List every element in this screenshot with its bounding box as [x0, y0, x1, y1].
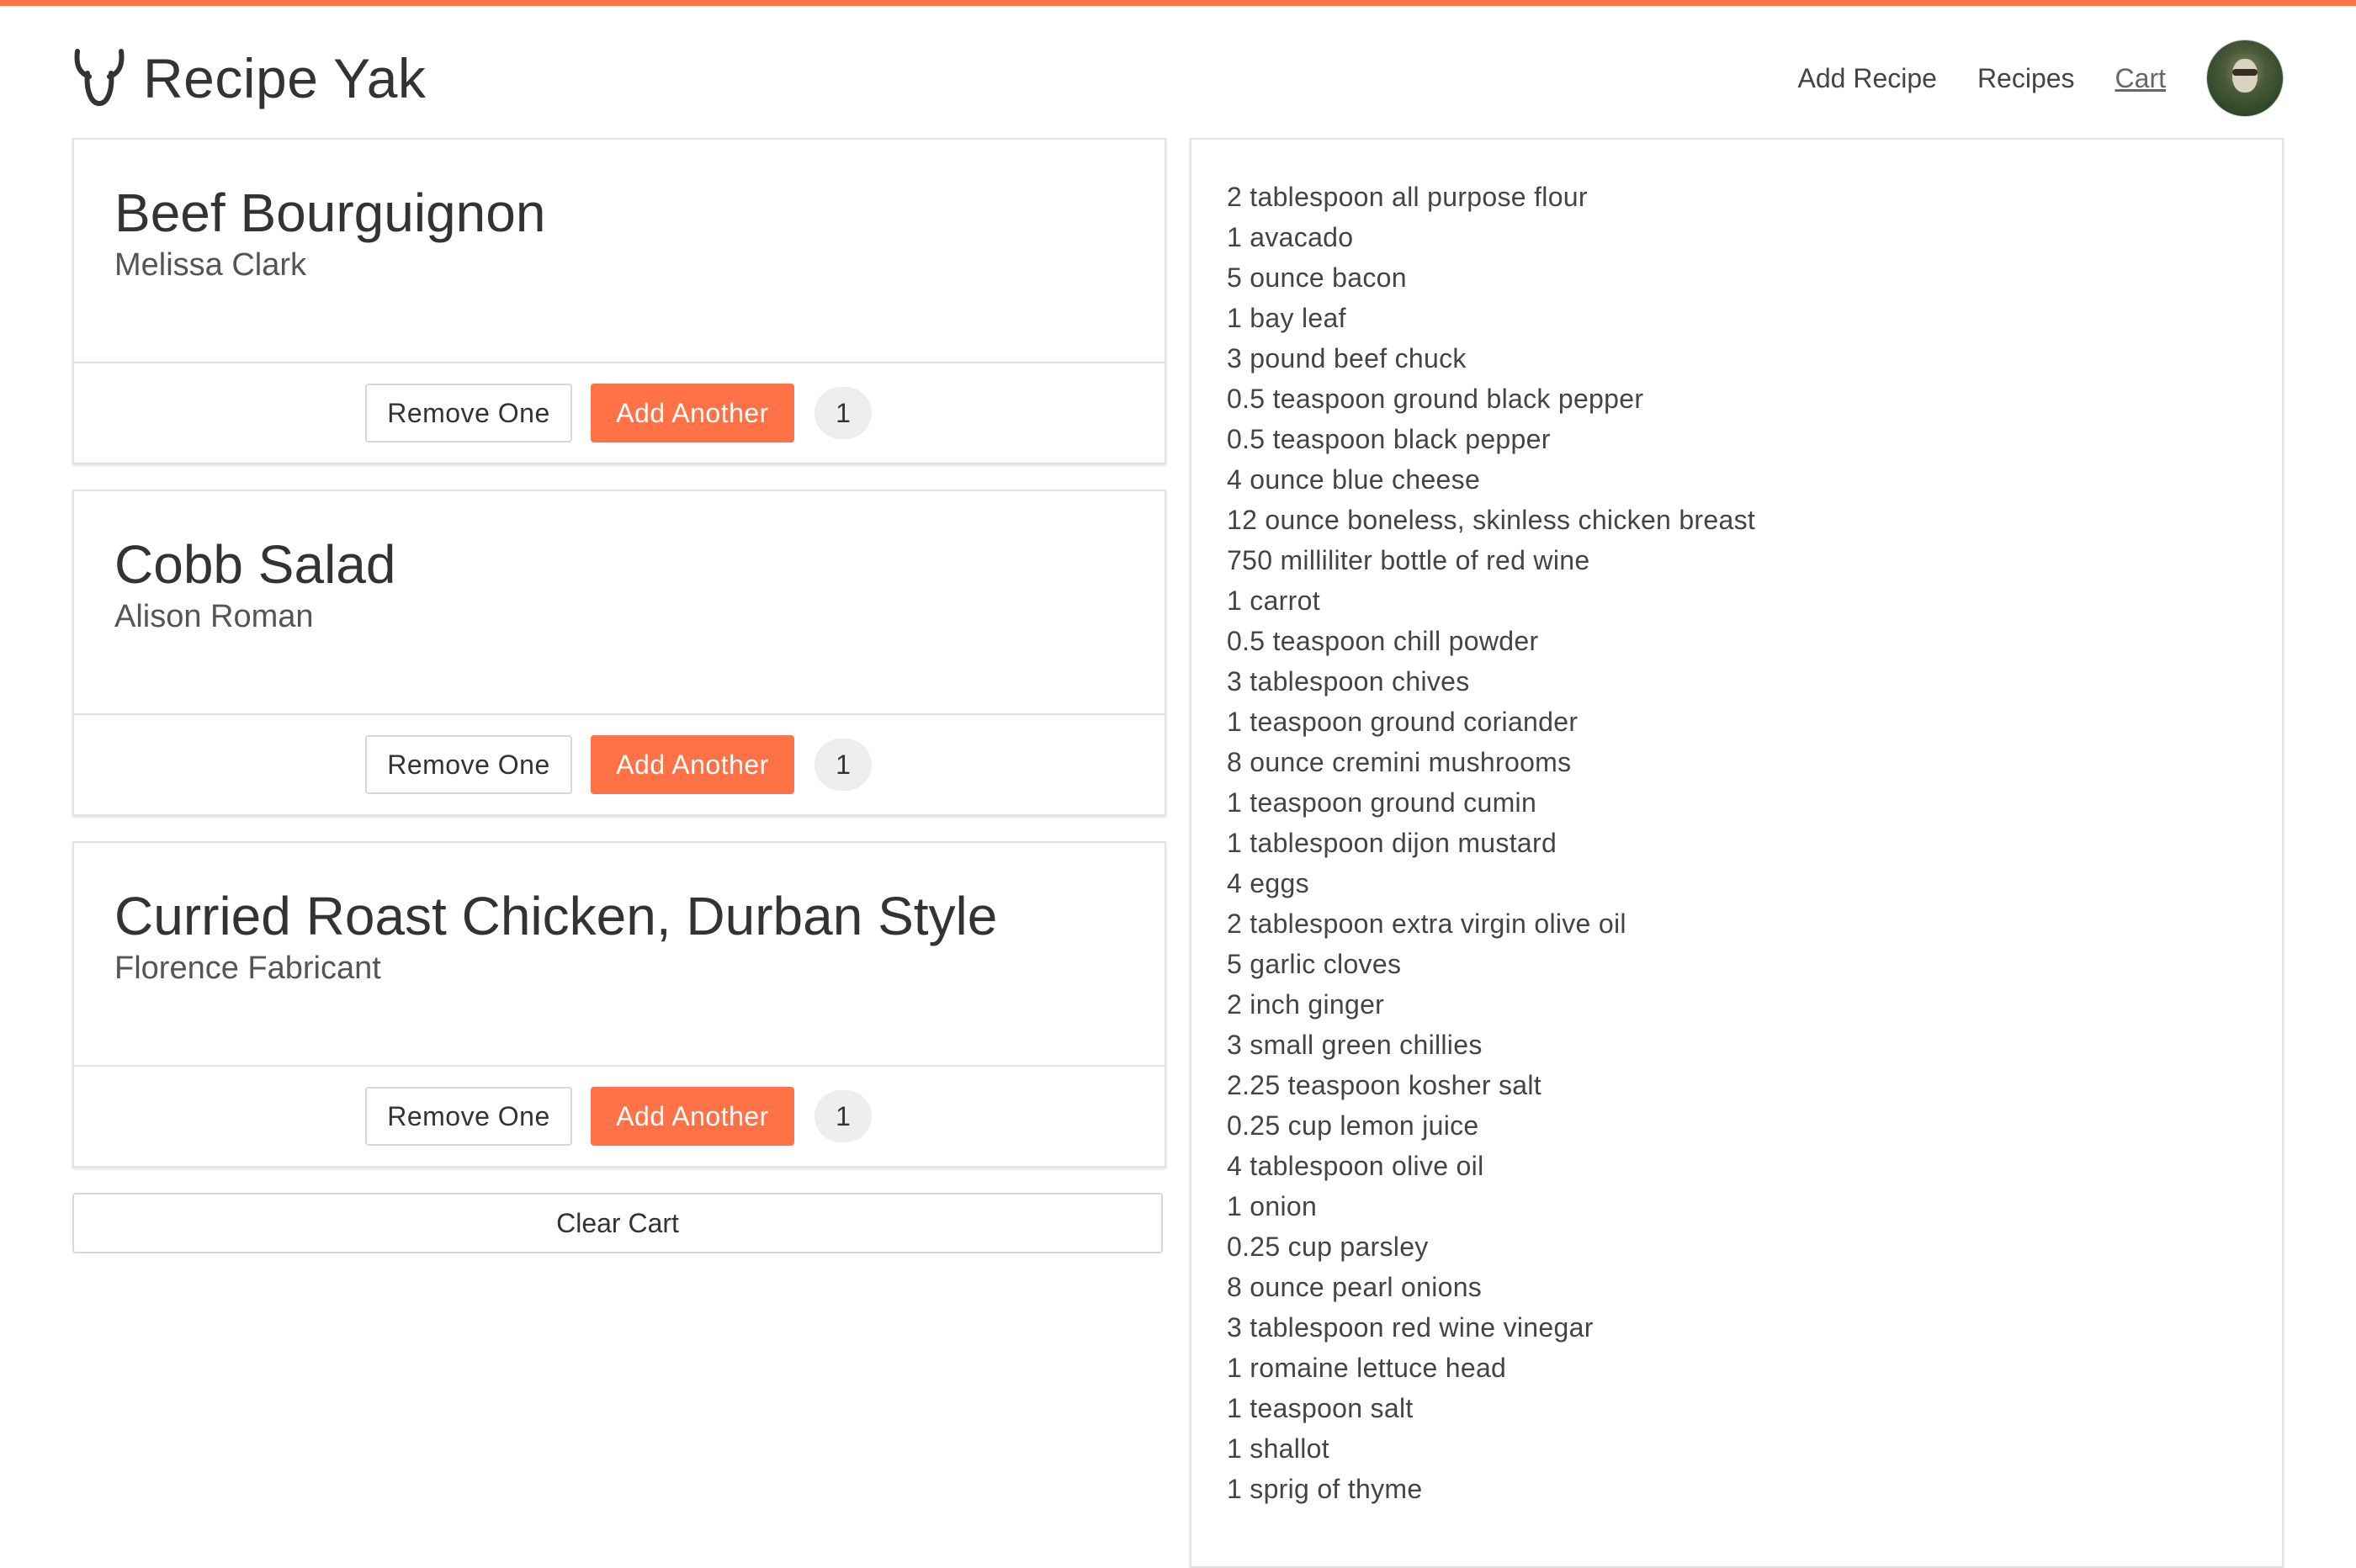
- nav-cart[interactable]: Cart: [2115, 63, 2166, 94]
- card-body: Curried Roast Chicken, Durban Style Flor…: [74, 843, 1165, 1067]
- remove-one-button[interactable]: Remove One: [365, 735, 572, 794]
- ingredient-item: 1 teaspoon salt: [1227, 1393, 1414, 1423]
- cart-recipe-card: Beef Bourguignon Melissa Clark Remove On…: [72, 138, 1166, 464]
- accent-top-bar: [0, 0, 2356, 6]
- ingredient-item: 1 sprig of thyme: [1227, 1474, 1423, 1504]
- ingredient-item: 8 ounce cremini mushrooms: [1227, 747, 1572, 777]
- ingredient-item: 1 shallot: [1227, 1433, 1329, 1464]
- clear-cart-button[interactable]: Clear Cart: [72, 1193, 1163, 1253]
- avatar-eyeband: [2232, 69, 2258, 76]
- ingredient-item: 1 avacado: [1227, 222, 1354, 252]
- card-body: Beef Bourguignon Melissa Clark: [74, 140, 1165, 363]
- ingredient-item: 1 teaspoon ground coriander: [1227, 707, 1579, 737]
- ingredient-item: 3 pound beef chuck: [1227, 343, 1467, 373]
- ingredient-item: 5 garlic cloves: [1227, 949, 1402, 979]
- recipe-title[interactable]: Beef Bourguignon: [114, 183, 1124, 243]
- card-body: Cobb Salad Alison Roman: [74, 491, 1165, 715]
- brand-name: Recipe Yak: [143, 47, 427, 109]
- nav-add-recipe[interactable]: Add Recipe: [1798, 63, 1937, 94]
- ingredient-item: 1 onion: [1227, 1191, 1318, 1221]
- brand-logo[interactable]: Recipe Yak: [72, 46, 426, 110]
- ingredient-item: 1 bay leaf: [1227, 303, 1346, 333]
- ingredient-item: 0.5 teaspoon ground black pepper: [1227, 384, 1644, 414]
- cart-recipe-card: Curried Roast Chicken, Durban Style Flor…: [72, 841, 1166, 1168]
- add-another-button[interactable]: Add Another: [591, 1087, 794, 1146]
- ingredient-item: 4 eggs: [1227, 868, 1309, 898]
- ingredient-item: 1 romaine lettuce head: [1227, 1353, 1507, 1383]
- ingredient-item: 2 tablespoon all purpose flour: [1227, 182, 1588, 212]
- card-footer: Remove One Add Another 1: [74, 363, 1165, 463]
- ingredient-item: 2.25 teaspoon kosher salt: [1227, 1070, 1541, 1100]
- ingredient-item: 8 ounce pearl onions: [1227, 1272, 1483, 1302]
- ingredient-item: 3 small green chillies: [1227, 1030, 1483, 1060]
- ingredient-item: 2 inch ginger: [1227, 989, 1385, 1020]
- recipe-title[interactable]: Cobb Salad: [114, 535, 1124, 595]
- add-another-button[interactable]: Add Another: [591, 384, 794, 442]
- recipe-author: Florence Fabricant: [114, 951, 381, 987]
- card-footer: Remove One Add Another 1: [74, 715, 1165, 814]
- recipe-author: Alison Roman: [114, 599, 314, 635]
- cart-recipe-card: Cobb Salad Alison Roman Remove One Add A…: [72, 490, 1166, 816]
- ingredient-item: 5 ounce bacon: [1227, 262, 1407, 293]
- avatar-face: [2232, 59, 2258, 93]
- ingredient-item: 12 ounce boneless, skinless chicken brea…: [1227, 505, 1756, 535]
- ingredient-item: 1 tablespoon dijon mustard: [1227, 828, 1557, 858]
- ingredient-item: 3 tablespoon red wine vinegar: [1227, 1312, 1594, 1343]
- ingredient-item: 2 tablespoon extra virgin olive oil: [1227, 908, 1626, 939]
- ingredient-item: 4 ounce blue cheese: [1227, 464, 1481, 495]
- ingredient-item: 0.5 teaspoon black pepper: [1227, 424, 1551, 454]
- ingredient-item: 1 carrot: [1227, 585, 1320, 616]
- recipe-title[interactable]: Curried Roast Chicken, Durban Style: [114, 887, 1124, 946]
- user-avatar[interactable]: [2206, 40, 2284, 117]
- nav-recipes[interactable]: Recipes: [1977, 63, 2075, 94]
- recipe-count-badge: 1: [815, 1090, 872, 1142]
- top-nav: Add Recipe Recipes Cart: [1798, 40, 2284, 117]
- header: Recipe Yak Add Recipe Recipes Cart: [0, 6, 2356, 132]
- remove-one-button[interactable]: Remove One: [365, 1087, 572, 1146]
- recipe-count-badge: 1: [815, 739, 872, 791]
- add-another-button[interactable]: Add Another: [591, 735, 794, 794]
- card-footer: Remove One Add Another 1: [74, 1067, 1165, 1166]
- ingredient-item: 3 tablespoon chives: [1227, 666, 1470, 697]
- ingredient-item: 1 teaspoon ground cumin: [1227, 787, 1537, 818]
- recipe-author: Melissa Clark: [114, 247, 307, 283]
- ingredient-item: 4 tablespoon olive oil: [1227, 1151, 1484, 1181]
- ingredient-item: 750 milliliter bottle of red wine: [1227, 545, 1590, 575]
- shopping-list-panel: 2 tablespoon all purpose flour 1 avacado…: [1190, 138, 2284, 1568]
- remove-one-button[interactable]: Remove One: [365, 384, 572, 442]
- ingredient-item: 0.25 cup parsley: [1227, 1232, 1429, 1262]
- yak-horns-icon: [74, 49, 125, 107]
- recipe-count-badge: 1: [815, 387, 872, 439]
- ingredient-item: 0.25 cup lemon juice: [1227, 1110, 1479, 1141]
- ingredient-item: 0.5 teaspoon chill powder: [1227, 626, 1539, 656]
- cart-recipes-column: Beef Bourguignon Melissa Clark Remove On…: [72, 138, 1166, 1253]
